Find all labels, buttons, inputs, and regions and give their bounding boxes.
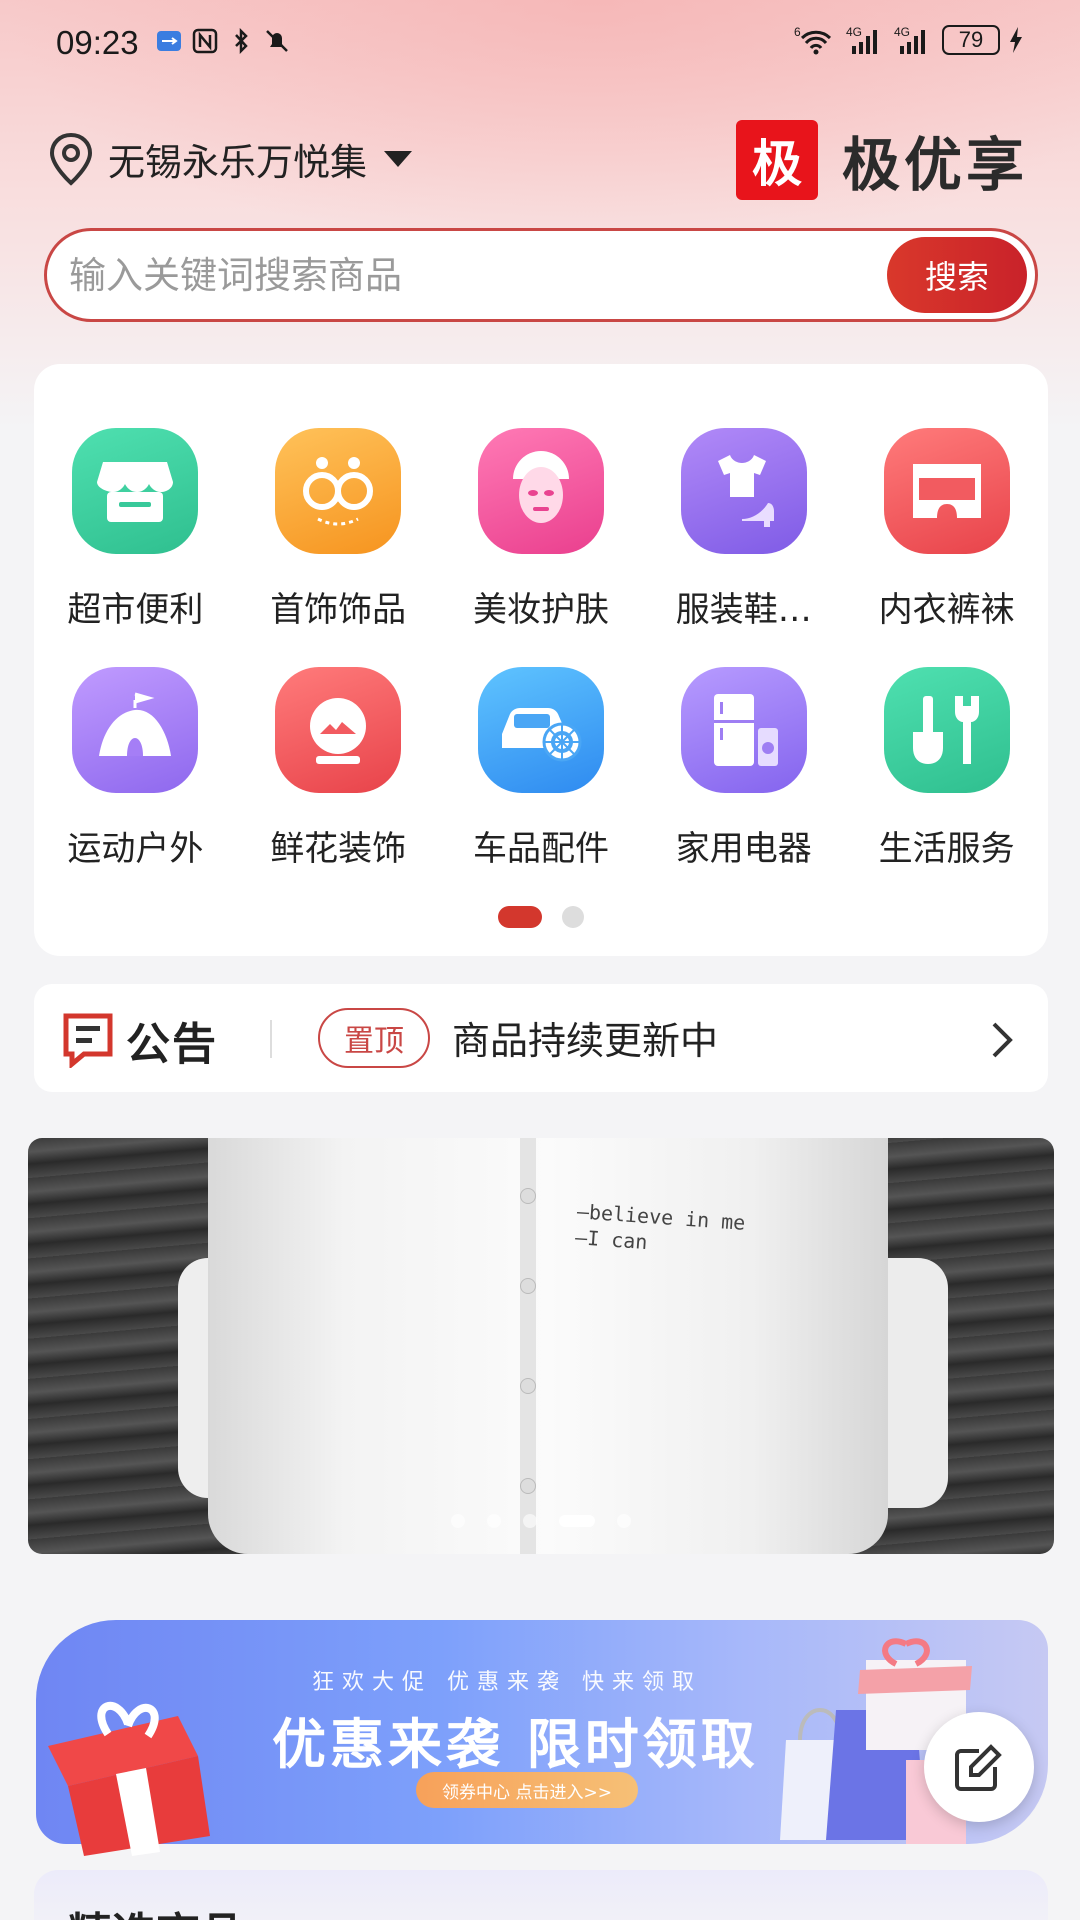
status-bar: 09:23 6 4G 4G 79 [0,0,1080,86]
bluetooth-icon [235,28,248,54]
promo-title: 优惠来袭 限时领取 [272,1713,759,1776]
category-card: 超市便利 首饰饰品 美妆护肤 服装鞋… 内衣裤袜 运动户外 鲜花装饰 车品配件 … [34,364,1048,956]
category-label: 服装鞋… [675,590,812,630]
banner-page-indicator [28,1514,1054,1528]
location-pin-icon [49,132,93,186]
category-label: 鲜花装饰 [270,829,407,869]
usb-icon [157,31,181,51]
category-item-life-services[interactable]: 生活服务 [845,667,1048,870]
banner-dot[interactable] [523,1514,537,1528]
featured-section: 精选商品 [34,1870,1048,1920]
category-item-beauty[interactable]: 美妆护肤 [440,428,643,631]
shirt-button [520,1478,536,1494]
coupon-promo-banner[interactable]: 狂欢大促 优惠来袭 快来领取 优惠来袭 限时领取 领券中心 点击进入>> [36,1620,1048,1856]
page-dot-active[interactable] [498,906,542,928]
location-name: 无锡永乐万悦集 [108,141,367,184]
category-item-underwear[interactable]: 内衣裤袜 [845,428,1048,631]
wifi-icon: 6 [794,25,832,55]
brand-name: 极优享 [841,131,1028,199]
category-item-clothing-shoes[interactable]: 服装鞋… [642,428,845,631]
flower-decor-icon [275,667,402,793]
category-item-flowers-decor[interactable]: 鲜花装饰 [237,667,440,870]
notice-bar[interactable]: 公告 置顶 商品持续更新中 [34,984,1048,1092]
earrings-icon [275,428,402,554]
page-dot[interactable] [562,906,584,928]
pinned-badge: 置顶 [318,1008,430,1068]
promo-subtitle: 狂欢大促 优惠来袭 快来领取 [312,1670,702,1695]
chevron-down-icon [384,151,412,167]
notice-text: 商品持续更新中 [452,1019,719,1063]
category-label: 运动户外 [67,829,204,869]
banner-image-shirt [208,1138,888,1554]
category-page-indicator [34,906,1048,928]
car-icon [477,667,604,793]
gift-box-icon [48,1701,210,1856]
underwear-icon [883,428,1010,554]
category-item-supermarket[interactable]: 超市便利 [34,428,237,631]
announcement-icon [63,1013,113,1068]
charging-icon [1010,27,1022,53]
banner-dot-active[interactable] [559,1515,595,1527]
edit-fab-button[interactable] [924,1712,1034,1822]
svg-text:4G: 4G [846,25,862,39]
svg-text:4G: 4G [894,25,910,39]
status-right-icons: 6 4G 4G 79 [794,24,1024,56]
shirt-button [520,1188,536,1204]
category-label: 超市便利 [67,590,204,630]
notice-title: 公告 [126,1019,218,1070]
notice-divider [270,1020,272,1058]
category-label: 美妆护肤 [472,590,609,630]
svg-text:6: 6 [794,25,801,39]
banner-dot[interactable] [487,1514,501,1528]
status-left-icons [156,28,290,54]
category-label: 家用电器 [675,829,812,869]
brand-mark: 极 [735,120,818,200]
location-selector[interactable]: 无锡永乐万悦集 [48,132,413,186]
signal-4g-icon-2: 4G [894,25,925,54]
edit-icon [955,1744,1002,1791]
chevron-right-icon [992,1022,1013,1058]
category-label: 生活服务 [878,829,1015,869]
category-item-sports-outdoor[interactable]: 运动户外 [34,667,237,870]
featured-title: 精选商品 [68,1898,244,1920]
category-label: 车品配件 [472,829,609,869]
search-button[interactable]: 搜索 [887,237,1027,313]
search-input[interactable] [69,231,889,319]
nfc-icon [192,28,218,54]
banner-dot[interactable] [451,1514,465,1528]
mute-bell-icon [266,30,288,52]
category-label: 内衣裤袜 [878,590,1015,630]
banner-carousel[interactable]: —believe in me —I can [28,1138,1054,1554]
category-item-appliances[interactable]: 家用电器 [642,667,845,870]
battery-indicator: 79 [942,25,1000,55]
search-bar: 搜索 [44,228,1038,322]
brand-logo: 极 极优享 [735,118,1028,202]
clothing-shoe-icon [680,428,807,554]
signal-4g-icon: 4G [846,25,877,54]
category-item-car-parts[interactable]: 车品配件 [440,667,643,870]
category-grid: 超市便利 首饰饰品 美妆护肤 服装鞋… 内衣裤袜 运动户外 鲜花装饰 车品配件 … [34,428,1048,870]
banner-dot[interactable] [617,1514,631,1528]
coupon-center-button[interactable]: 领券中心 点击进入>> [416,1772,638,1808]
store-icon [72,428,199,554]
status-time: 09:23 [56,24,139,61]
face-mask-icon [477,428,604,554]
shirt-button [520,1378,536,1394]
category-label: 首饰饰品 [270,590,407,630]
tent-icon [72,667,199,793]
fridge-icon [680,667,807,793]
shirt-button [520,1278,536,1294]
tools-icon [883,667,1010,793]
category-item-jewelry[interactable]: 首饰饰品 [237,428,440,631]
